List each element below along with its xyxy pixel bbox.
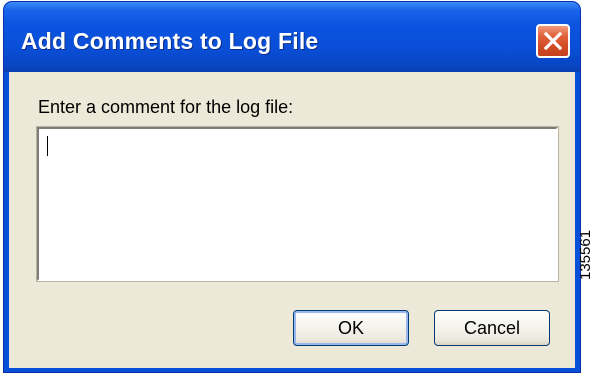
cancel-button[interactable]: Cancel	[434, 310, 550, 346]
close-icon	[543, 31, 563, 51]
title-bar[interactable]: Add Comments to Log File	[4, 2, 580, 72]
window-title: Add Comments to Log File	[21, 28, 319, 54]
comment-textarea-frame	[36, 126, 559, 282]
comment-prompt-label: Enter a comment for the log file:	[38, 97, 294, 117]
dialog-window: Add Comments to Log File Enter a comment…	[3, 1, 581, 373]
close-button[interactable]	[536, 24, 570, 58]
comment-textarea[interactable]	[39, 129, 556, 279]
text-caret	[47, 136, 48, 156]
figure-id-label: 135561	[577, 229, 594, 280]
dialog-body: Enter a comment for the log file: OK Can…	[9, 72, 575, 368]
ok-button[interactable]: OK	[293, 310, 409, 346]
